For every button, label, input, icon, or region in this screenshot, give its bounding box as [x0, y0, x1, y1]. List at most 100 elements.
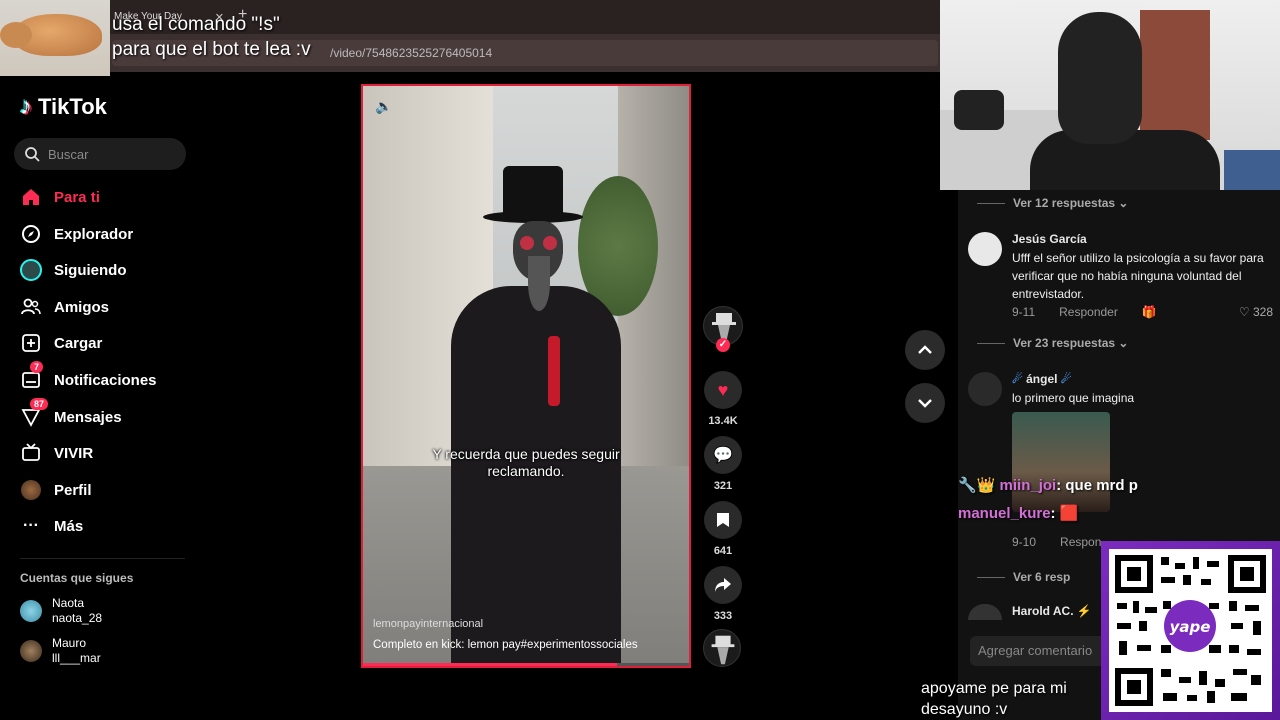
chat-text: :: [1050, 505, 1056, 522]
comment-user[interactable]: ☄ ángel ☄: [1012, 372, 1072, 386]
video-player[interactable]: 🔈 Y recuerda que puedes seguir reclamand…: [361, 84, 691, 668]
search-box[interactable]: [14, 138, 186, 170]
video-author[interactable]: lemonpayinternacional: [373, 618, 483, 630]
bookmark-icon: [717, 513, 729, 527]
following-avatar-icon: [20, 259, 42, 281]
comment-user[interactable]: Jesús García: [1012, 232, 1087, 246]
following-header: Cuentas que sigues: [20, 571, 134, 585]
emote-icon: 🟥: [1059, 505, 1079, 522]
view-replies-link[interactable]: Ver 6 resp: [976, 570, 1070, 584]
following-handle: lll___mar: [52, 651, 101, 665]
comment-date: 9-11: [1012, 305, 1036, 319]
sidebar-item-vivir[interactable]: VIVIR: [20, 438, 190, 468]
friends-icon: [20, 296, 42, 318]
sidebar-item-cargar[interactable]: Cargar: [20, 328, 190, 358]
bot-line-2: para que el bot te lea :v: [112, 39, 311, 60]
sidebar-item-label: Notificaciones: [54, 371, 157, 389]
share-arrow-icon: [715, 578, 731, 592]
view-replies-link[interactable]: Ver 12 respuestas ⌄: [976, 196, 1128, 210]
following-user[interactable]: Naota naota_28: [20, 596, 102, 626]
sidebar-item-para-ti[interactable]: Para ti: [20, 182, 190, 212]
avatar: [20, 600, 42, 622]
sound-disc[interactable]: [703, 629, 741, 667]
webcam-feed: [940, 0, 1280, 190]
following-name: Naota: [52, 596, 85, 610]
following-user[interactable]: Mauro lll___mar: [20, 636, 101, 666]
profile-avatar-icon: [20, 479, 42, 501]
share-count: 333: [713, 610, 733, 622]
add-comment-input[interactable]: Agregar comentario: [970, 636, 1110, 666]
sidebar-item-label: Más: [54, 517, 84, 535]
sidebar-item-notificaciones[interactable]: 7 Notificaciones: [20, 361, 190, 395]
sidebar-item-mensajes[interactable]: 87 Mensajes: [20, 398, 190, 432]
bot-overlay-text: usa el comando "!s" para que el bot te l…: [112, 12, 311, 62]
sidebar-item-amigos[interactable]: Amigos: [20, 292, 190, 322]
video-progress-bar[interactable]: [363, 663, 689, 666]
follow-plus-icon[interactable]: ✓: [716, 338, 730, 352]
gift-icon[interactable]: 🎁: [1142, 305, 1157, 319]
comment-user[interactable]: Harold AC. ⚡: [1012, 604, 1092, 618]
video-mask-beak: [528, 256, 550, 311]
address-url: /video/7548623525276405014: [330, 46, 493, 60]
music-note-icon: ♪: [20, 93, 32, 120]
comment-button[interactable]: 💬: [704, 436, 742, 474]
video-subtitle: Y recuerda que puedes seguir reclamando.: [363, 446, 689, 480]
chat-message: manuel_kure: 🟥: [958, 504, 1078, 522]
avatar[interactable]: [968, 372, 1002, 406]
avatar: [20, 640, 42, 662]
notification-badge: 7: [30, 361, 44, 373]
view-replies-link[interactable]: Ver 23 respuestas ⌄: [976, 336, 1129, 350]
previous-video-button[interactable]: [905, 330, 945, 370]
yape-qr-code: yape: [1101, 541, 1280, 720]
sidebar-item-label: Explorador: [54, 225, 134, 243]
sidebar-item-label: Cargar: [54, 334, 103, 352]
reply-button[interactable]: Respon: [1060, 535, 1101, 549]
search-input[interactable]: [48, 146, 178, 162]
like-count: 13.4K: [708, 415, 738, 427]
comment-date: 9-10: [1012, 535, 1037, 549]
video-mask-eye: [543, 236, 557, 250]
volume-icon[interactable]: 🔈: [375, 98, 392, 115]
comment-like-button[interactable]: ♡ 328: [1239, 305, 1273, 319]
logo-text: TikTok: [38, 94, 107, 119]
chat-text: : que mrd p: [1056, 477, 1138, 494]
webcam-door: [1140, 10, 1210, 140]
sparkle-icon: ☄: [1012, 372, 1023, 386]
sidebar-item-siguiendo[interactable]: Siguiendo: [20, 255, 190, 285]
chevron-down-icon: ⌄: [1118, 336, 1129, 350]
avatar[interactable]: [968, 232, 1002, 266]
video-caption: Completo en kick: lemon pay#experimentos…: [373, 639, 638, 651]
following-handle: naota_28: [52, 611, 103, 625]
webcam-cloth: [1224, 150, 1280, 190]
donate-line-2: desayuno :v: [921, 701, 1008, 718]
save-button[interactable]: [704, 501, 742, 539]
avatar[interactable]: [968, 604, 1002, 620]
sidebar-divider: [20, 558, 185, 559]
subtitle-line-2: reclamando.: [487, 463, 565, 479]
donate-line-1: apoyame pe para mi: [921, 680, 1067, 697]
comment-meta: 9-11 Responder 🎁: [1012, 305, 1181, 319]
sidebar-item-explorador[interactable]: Explorador: [20, 219, 190, 249]
dog-head: [0, 22, 32, 48]
reply-button[interactable]: Responder: [1059, 305, 1118, 319]
share-button[interactable]: [704, 566, 742, 604]
chat-message: 🔧👑 miin_joi: que mrd p: [958, 476, 1138, 494]
sidebar-item-mas[interactable]: ··· Más: [20, 511, 190, 541]
comment-count: 321: [713, 480, 733, 492]
sidebar-item-label: Amigos: [54, 298, 110, 316]
sidebar-item-label: Mensajes: [54, 408, 122, 426]
dog-image: [0, 0, 110, 76]
save-count: 641: [713, 545, 733, 557]
inbox-icon: 7: [20, 361, 44, 391]
sidebar-item-label: VIVIR: [54, 444, 94, 462]
next-video-button[interactable]: [905, 383, 945, 423]
like-button[interactable]: ♥: [704, 371, 742, 409]
sidebar-item-perfil[interactable]: Perfil: [20, 475, 190, 505]
comment-image[interactable]: [1012, 412, 1110, 512]
bot-line-1: usa el comando "!s": [112, 14, 280, 35]
sidebar-item-label: Siguiendo: [54, 261, 127, 279]
webcam-bag: [954, 90, 1004, 130]
tiktok-logo[interactable]: ♪ TikTok: [20, 94, 107, 120]
comment-user-name: ángel: [1026, 372, 1058, 386]
upload-icon: [20, 332, 42, 354]
